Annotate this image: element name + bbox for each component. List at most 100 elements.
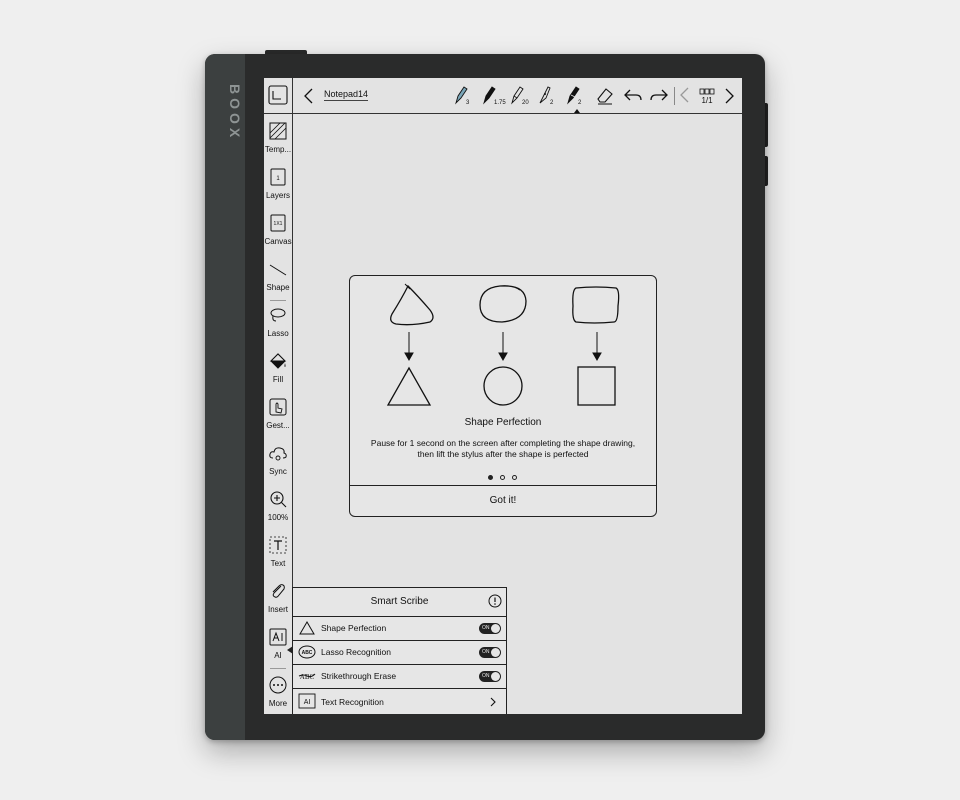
smart-scribe-row-shape-perfection[interactable]: Shape Perfection ON — [293, 617, 506, 641]
strike-icon-text: ABC — [300, 673, 315, 681]
smart-scribe-row-strikethrough-erase[interactable]: ABC Strikethrough Erase ON — [293, 665, 506, 689]
row-label: Text Recognition — [321, 697, 384, 707]
page-dot[interactable] — [512, 475, 517, 480]
sidebar-item-label: Layers — [265, 191, 290, 200]
line-shape-icon — [269, 264, 287, 276]
dialog-title: Shape Perfection — [464, 417, 542, 428]
lasso-recognition-toggle[interactable]: ON — [479, 647, 501, 658]
collapse-toolbar-icon[interactable] — [267, 84, 289, 106]
smart-scribe-row-text-recognition[interactable]: AI Text Recognition — [293, 689, 506, 714]
sidebar-item-lasso[interactable]: Lasso — [264, 305, 292, 349]
sidebar-item-label: Canvas — [264, 237, 292, 246]
pen-size: 3 — [466, 100, 470, 106]
sidebar-item-label: 100% — [267, 513, 289, 522]
sidebar-item-label: Lasso — [267, 329, 289, 338]
sidebar-item-shape[interactable]: Shape — [264, 259, 292, 303]
highlighter-pen-tool[interactable]: 3 — [452, 82, 476, 110]
sidebar-item-canvas[interactable]: 1X1 Canvas — [264, 213, 292, 257]
sidebar-item-text[interactable]: Text — [264, 535, 292, 579]
brand-logo: BOOX — [227, 84, 243, 142]
next-page-icon[interactable] — [722, 86, 736, 106]
pen-size: 2 — [578, 100, 582, 106]
redo-icon[interactable] — [648, 84, 670, 106]
notebook-title[interactable]: Notepad14 — [324, 89, 369, 101]
sketched-square — [572, 286, 620, 324]
strikethrough-icon: ABC — [298, 673, 316, 681]
canvas-icon: 1X1 — [270, 214, 286, 232]
popover-header: Smart Scribe — [293, 588, 506, 617]
device-spine — [205, 54, 245, 740]
sketched-triangle — [390, 284, 434, 326]
sidebar-item-more[interactable]: More — [264, 675, 292, 714]
shape-triangle-icon — [299, 621, 315, 635]
selected-pen-indicator — [574, 109, 580, 113]
sidebar-divider — [270, 300, 286, 301]
sidebar-item-label: Sync — [269, 467, 287, 476]
page-number: 1/1 — [701, 96, 713, 105]
sidebar-item-label: Temp... — [264, 145, 292, 154]
toggle-knob — [491, 648, 500, 657]
layers-icon-text: 1 — [276, 176, 280, 182]
lasso-icon-text: ABC — [302, 650, 313, 656]
pen-size: 1.75 — [494, 100, 506, 106]
page-indicator[interactable]: 1/1 — [696, 84, 718, 108]
pencil-tool[interactable]: 20 — [508, 82, 532, 110]
fountain-pen-tool[interactable]: 1.75 — [480, 82, 506, 110]
sidebar-item-label: Fill — [272, 375, 284, 384]
lasso-icon — [270, 308, 286, 322]
paint-bucket-icon — [269, 353, 287, 369]
sidebar-item-layers[interactable]: 1 Layers — [264, 167, 292, 211]
perfect-square — [577, 366, 616, 406]
more-icon — [269, 676, 287, 694]
sidebar-item-label: Gest... — [266, 421, 290, 430]
pen-size: 2 — [550, 100, 554, 106]
back-arrow-icon[interactable] — [302, 86, 316, 106]
arrow-down-icon — [404, 332, 602, 362]
paperclip-icon — [272, 584, 285, 598]
row-label: Shape Perfection — [321, 623, 387, 633]
brush-tool[interactable]: 2 — [536, 82, 560, 110]
perfect-triangle — [386, 366, 432, 406]
info-icon[interactable] — [488, 594, 502, 608]
gesture-icon — [269, 398, 287, 416]
sidebar-divider — [270, 668, 286, 669]
sidebar-item-zoom[interactable]: 100% — [264, 489, 292, 533]
strikethrough-erase-toggle[interactable]: ON — [479, 671, 501, 682]
text-box-icon — [269, 536, 287, 554]
pagination-dots[interactable] — [486, 474, 526, 482]
marker-tool[interactable]: 2 — [564, 82, 588, 110]
sidebar-item-template[interactable]: Temp... — [264, 121, 292, 165]
zoom-in-icon — [270, 491, 287, 508]
shape-perfection-illustration — [386, 283, 620, 406]
perfect-circle — [483, 366, 523, 406]
ai-icon — [269, 628, 287, 646]
sidebar-item-insert[interactable]: Insert — [264, 581, 292, 625]
dialog-description: Pause for 1 second on the screen after c… — [370, 438, 636, 459]
page-dot-active[interactable] — [488, 475, 493, 480]
toggle-knob — [491, 672, 500, 681]
shape-perfection-dialog: Shape Perfection Pause for 1 second on t… — [349, 275, 657, 517]
got-it-button[interactable]: Got it! — [350, 486, 656, 516]
cloud-sync-icon — [269, 447, 287, 461]
text-icon-text: AI — [304, 699, 311, 706]
lasso-abc-icon: ABC — [298, 645, 316, 659]
sidebar-item-sync[interactable]: Sync — [264, 443, 292, 487]
eraser-icon[interactable] — [594, 84, 616, 106]
shape-perfection-toggle[interactable]: ON — [479, 623, 501, 634]
layers-icon: 1 — [270, 168, 286, 186]
toggle-state: ON — [482, 649, 490, 655]
row-label: Strikethrough Erase — [321, 671, 397, 681]
sidebar-item-fill[interactable]: Fill — [264, 351, 292, 395]
toggle-state: ON — [482, 625, 490, 631]
previous-page-icon[interactable] — [678, 84, 692, 106]
undo-icon[interactable] — [622, 84, 644, 106]
sidebar-item-gesture[interactable]: Gest... — [264, 397, 292, 441]
smart-scribe-popover: Smart Scribe Shape Perfection ON ABC Las… — [292, 587, 507, 714]
popover-title: Smart Scribe — [370, 596, 429, 607]
top-toolbar: Notepad14 3 1.75 20 2 2 1/1 — [264, 78, 742, 114]
row-label: Lasso Recognition — [321, 647, 391, 657]
sketched-circle — [479, 285, 527, 323]
page-dot[interactable] — [500, 475, 505, 480]
template-icon — [269, 122, 287, 140]
smart-scribe-row-lasso-recognition[interactable]: ABC Lasso Recognition ON — [293, 641, 506, 665]
